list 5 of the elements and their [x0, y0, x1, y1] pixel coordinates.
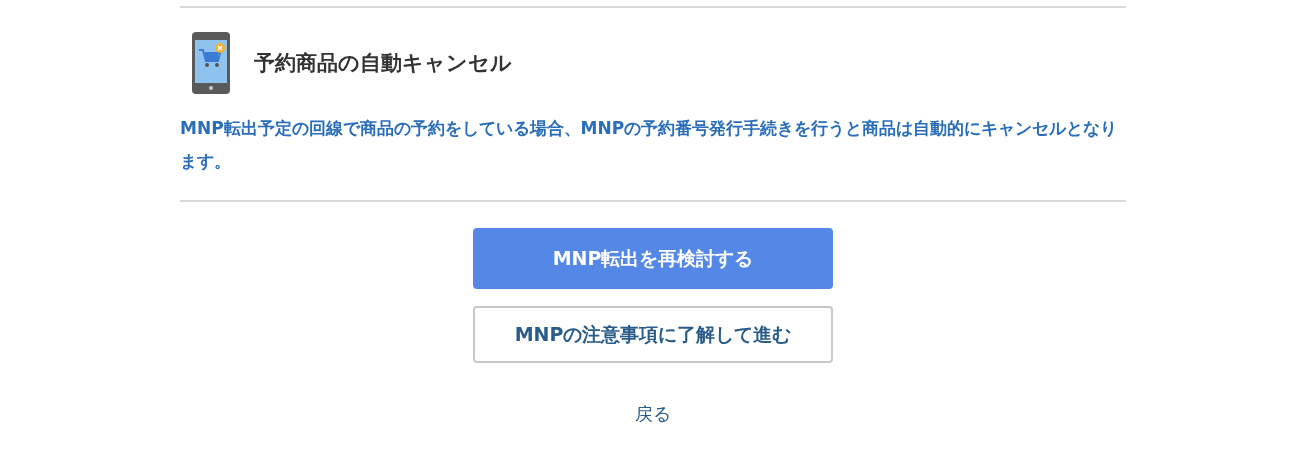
- phone-cart-icon: [192, 32, 230, 94]
- proceed-button[interactable]: MNPの注意事項に了解して進む: [473, 306, 833, 363]
- section-title: 予約商品の自動キャンセル: [254, 50, 512, 77]
- notice-text: MNP転出予定の回線で商品の予約をしている場合、MNPの予約番号発行手続きを行うと商品は自動的にキャンセルとなります。: [180, 117, 1119, 173]
- back-link[interactable]: 戻る: [635, 402, 671, 426]
